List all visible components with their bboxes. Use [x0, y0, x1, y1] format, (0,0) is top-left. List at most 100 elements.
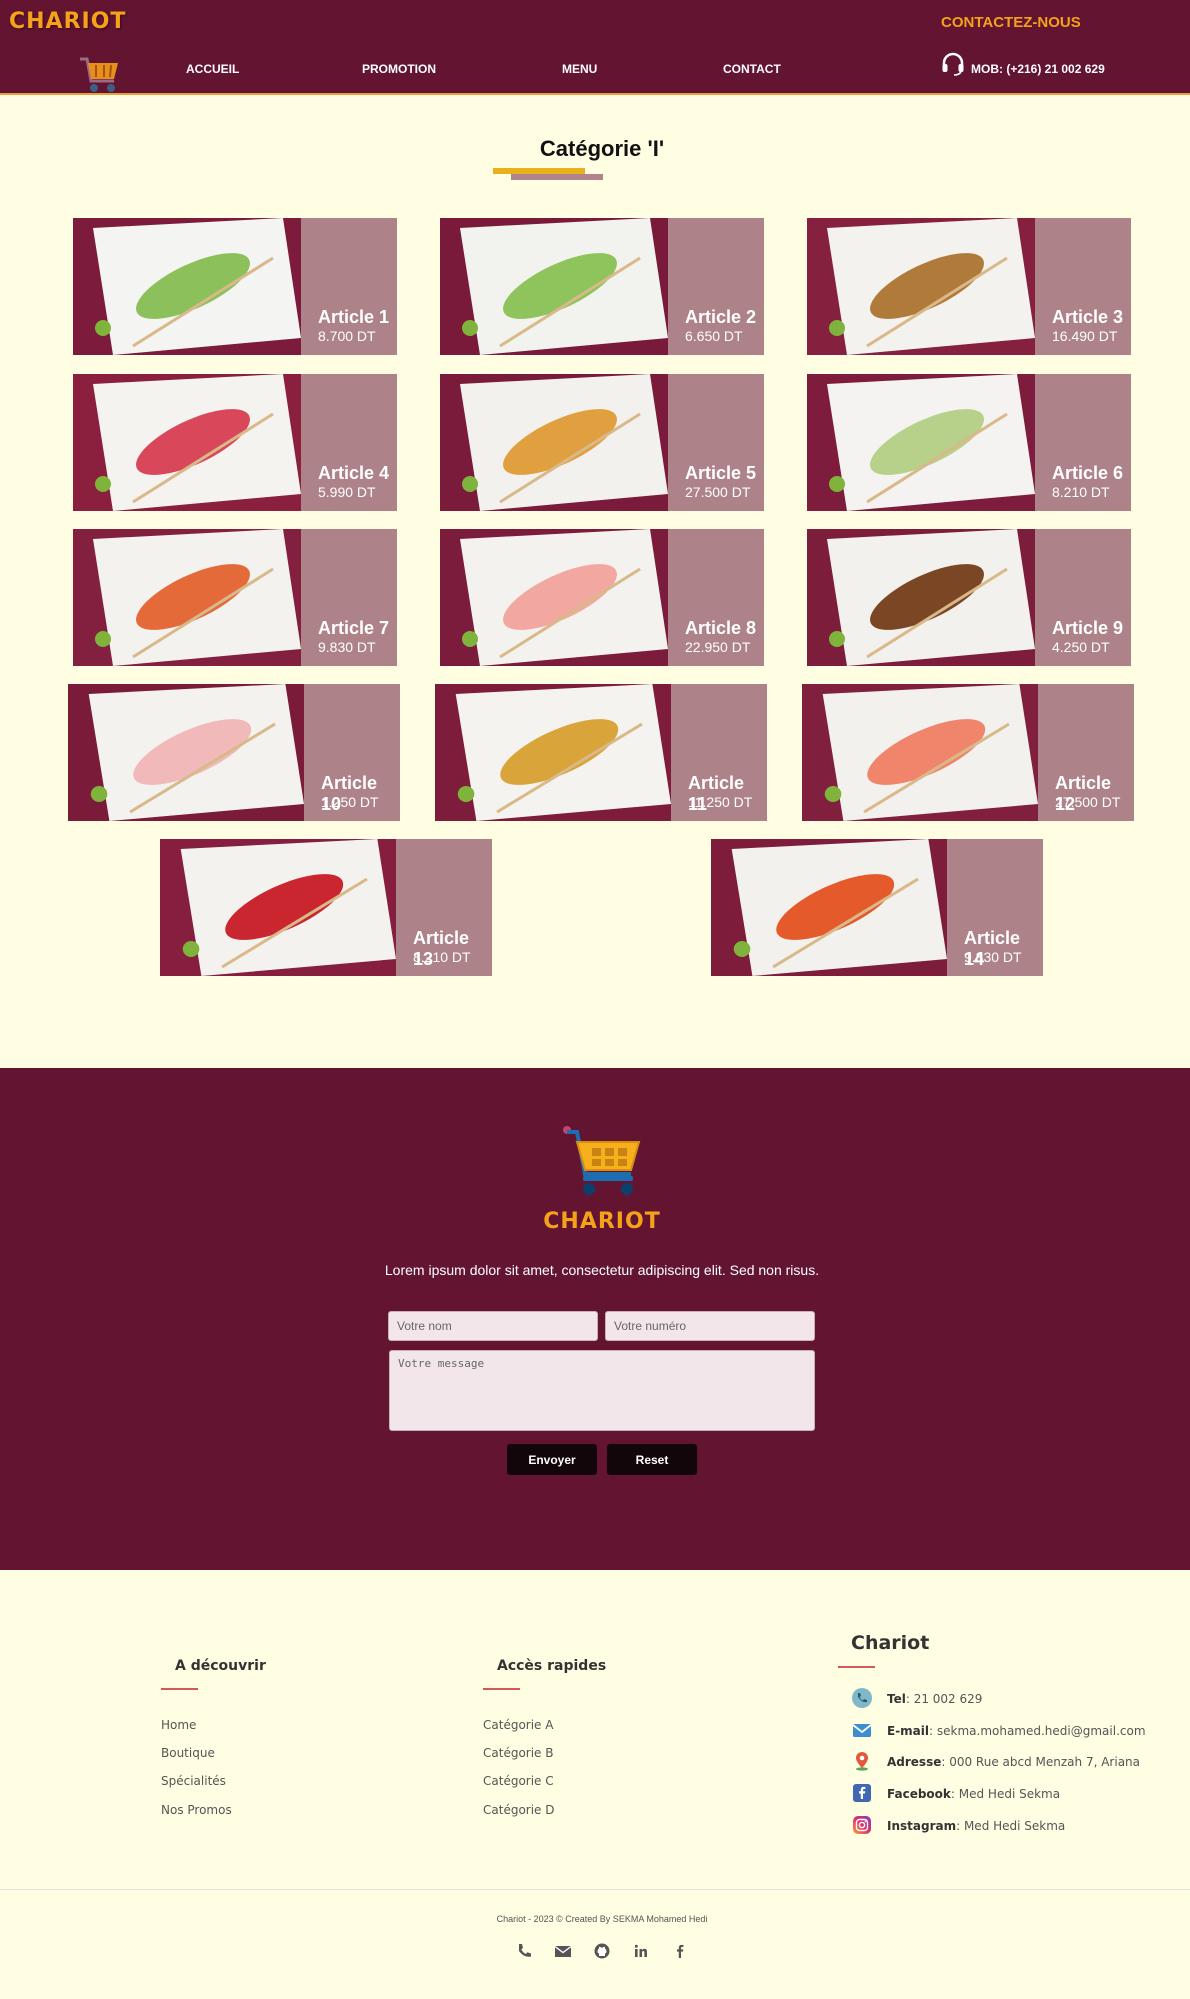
article-photo [160, 839, 396, 976]
article-card[interactable]: Article 5 27.500 DT [440, 374, 764, 511]
article-card[interactable]: Article 8 22.950 DT [440, 529, 764, 666]
header-phone: MOB: (+216) 21 002 629 [971, 62, 1105, 76]
name-input[interactable] [388, 1311, 598, 1341]
article-name: Article 8 [685, 618, 757, 638]
article-name: Article 5 [685, 463, 757, 483]
nav-promotion[interactable]: PROMOTION [362, 62, 436, 76]
footer-brand: CHARIOT [543, 1209, 661, 1234]
article-price: 11.250 DT [688, 794, 753, 810]
article-name: Article 3 [1052, 307, 1124, 327]
article-photo [807, 218, 1035, 355]
article-card[interactable]: Article 1 8.700 DT [73, 218, 397, 355]
article-photo [73, 218, 301, 355]
instagram-icon [853, 1816, 871, 1834]
number-input[interactable] [605, 1311, 815, 1341]
footer-title-underline [483, 1688, 520, 1690]
phone-icon[interactable] [515, 1942, 533, 1960]
article-card[interactable]: Article 6 8.210 DT [807, 374, 1131, 511]
article-card[interactable]: Article 13 8.210 DT [160, 839, 492, 976]
article-price: 4.250 DT [1052, 639, 1110, 655]
article-card[interactable]: Article 12 27.500 DT [802, 684, 1134, 821]
contact-description: Lorem ipsum dolor sit amet, consectetur … [384, 1262, 820, 1278]
footer-link-specialites[interactable]: Spécialités [161, 1774, 226, 1788]
linkedin-icon[interactable] [632, 1942, 650, 1960]
article-price: 22.950 DT [685, 639, 751, 655]
footer-quick-title: Accès rapides [497, 1658, 607, 1674]
article-photo [802, 684, 1038, 821]
article-price: 5.990 DT [318, 484, 376, 500]
footer-title-underline [161, 1688, 198, 1690]
mail-icon[interactable] [554, 1942, 572, 1960]
article-card[interactable]: Article 11 11.250 DT [435, 684, 767, 821]
article-card[interactable]: Article 9 4.250 DT [807, 529, 1131, 666]
article-name: Article 6 [1052, 463, 1124, 483]
article-photo [807, 374, 1035, 511]
footer-divider [0, 1889, 1190, 1890]
article-name: Article 7 [318, 618, 390, 638]
article-photo [73, 529, 301, 666]
copyright-credits: Chariot - 2023 © Created By SEKMA Mohame… [496, 1914, 708, 1924]
article-price: 8.210 DT [1052, 484, 1110, 500]
footer-link-categorie-a[interactable]: Catégorie A [483, 1718, 553, 1732]
article-card[interactable]: Article 14 9.830 DT [711, 839, 1043, 976]
footer-link-home[interactable]: Home [161, 1718, 196, 1732]
contact-us-title[interactable]: CONTACTEZ-NOUS [941, 14, 1081, 31]
article-photo [807, 529, 1035, 666]
article-price: 27.500 DT [1055, 794, 1121, 810]
title-underline-shadow [511, 174, 603, 180]
nav-menu[interactable]: MENU [562, 62, 597, 76]
cart-logo-icon [563, 1126, 641, 1195]
facebook-icon[interactable] [671, 1942, 689, 1960]
info-email[interactable]: E-mail: sekma.mohamed.hedi@gmail.com [887, 1724, 1146, 1738]
footer-link-promos[interactable]: Nos Promos [161, 1803, 232, 1817]
article-price: 8.700 DT [318, 328, 376, 344]
submit-button[interactable]: Envoyer [507, 1444, 597, 1475]
article-photo [440, 218, 668, 355]
footer-link-categorie-c[interactable]: Catégorie C [483, 1774, 554, 1788]
info-facebook[interactable]: Facebook: Med Hedi Sekma [887, 1787, 1060, 1801]
footer-link-boutique[interactable]: Boutique [161, 1746, 215, 1760]
article-photo [440, 374, 668, 511]
info-instagram[interactable]: Instagram: Med Hedi Sekma [887, 1819, 1065, 1833]
article-photo [711, 839, 947, 976]
article-photo [73, 374, 301, 511]
facebook-icon [853, 1784, 871, 1802]
footer-company-title: Chariot [851, 1632, 930, 1654]
mail-icon [852, 1724, 872, 1737]
footer-link-categorie-d[interactable]: Catégorie D [483, 1803, 554, 1817]
article-card[interactable]: Article 4 5.990 DT [73, 374, 397, 511]
article-price: 1.250 DT [321, 794, 379, 810]
cart-logo-icon[interactable] [76, 53, 122, 95]
footer-link-categorie-b[interactable]: Catégorie B [483, 1746, 553, 1760]
article-price: 9.830 DT [964, 949, 1022, 965]
headset-icon [942, 52, 964, 76]
reset-button[interactable]: Reset [607, 1444, 697, 1475]
article-price: 6.650 DT [685, 328, 743, 344]
article-name: Article 4 [318, 463, 390, 483]
footer-discover-title: A découvrir [175, 1658, 266, 1674]
article-photo [440, 529, 668, 666]
article-name: Article 9 [1052, 618, 1124, 638]
info-tel: Tel: 21 002 629 [887, 1692, 983, 1706]
article-photo [435, 684, 671, 821]
article-card[interactable]: Article 2 6.650 DT [440, 218, 764, 355]
article-price: 27.500 DT [685, 484, 751, 500]
top-header: CHARIOT ACCUEIL PROMOTION MENU CONTACT C… [0, 0, 1190, 95]
info-address: Adresse: 000 Rue abcd Menzah 7, Ariana [887, 1755, 1141, 1769]
article-price: 16.490 DT [1052, 328, 1118, 344]
nav-accueil[interactable]: ACCUEIL [186, 62, 239, 76]
article-card[interactable]: Article 3 16.490 DT [807, 218, 1131, 355]
github-icon[interactable] [593, 1942, 611, 1960]
article-price: 9.830 DT [318, 639, 376, 655]
article-card[interactable]: Article 7 9.830 DT [73, 529, 397, 666]
article-card[interactable]: Article 10 1.250 DT [68, 684, 400, 821]
footer-title-underline [838, 1666, 875, 1668]
message-textarea[interactable] [389, 1350, 815, 1431]
location-icon [856, 1752, 868, 1771]
article-name: Article 1 [318, 307, 390, 327]
article-photo [68, 684, 304, 821]
article-name: Article 2 [685, 307, 757, 327]
nav-contact[interactable]: CONTACT [723, 62, 781, 76]
phone-icon [852, 1688, 872, 1708]
brand-logo-text[interactable]: CHARIOT [9, 9, 126, 34]
